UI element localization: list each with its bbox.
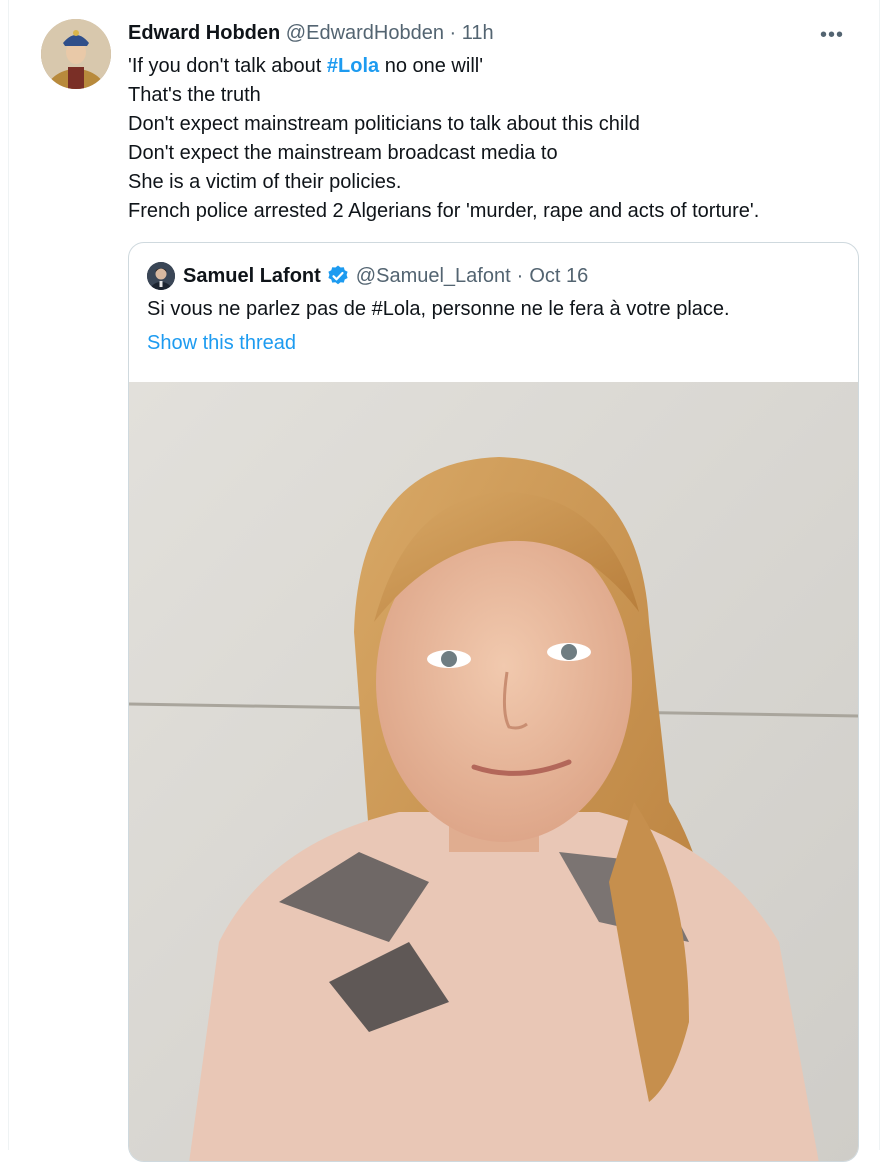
tweet-header: Edward Hobden @EdwardHobden · 11h (128, 20, 494, 46)
tweet-line-1: 'If you don't talk about #Lola no one wi… (128, 52, 858, 81)
author-name[interactable]: Edward Hobden (128, 22, 280, 44)
more-options-icon[interactable]: ••• (817, 24, 847, 46)
verified-badge-icon (328, 265, 348, 285)
quoted-text: Si vous ne parlez pas de #Lola, personne… (147, 298, 730, 320)
tweet-line-1-after: no one will' (379, 55, 484, 77)
tweet-line-2: That's the truth (128, 84, 261, 106)
show-thread-link[interactable]: Show this thread (147, 329, 296, 358)
quoted-author-handle[interactable]: @Samuel_Lafont (356, 262, 511, 290)
tweet-line-3: Don't expect mainstream politicians to t… (128, 113, 640, 135)
quoted-timestamp[interactable]: Oct 16 (529, 262, 588, 290)
tweet-card[interactable]: ••• Edward Hobden @EdwardHobden · 11h 'I… (8, 0, 880, 1162)
quoted-tweet[interactable]: Samuel Lafont @Samuel_Lafont · Oct 16 Si… (128, 242, 859, 1162)
quoted-separator: · (516, 265, 524, 287)
tweet-line-4: Don't expect the mainstream broadcast me… (128, 142, 558, 164)
hashtag-link[interactable]: #Lola (327, 55, 379, 77)
tweet-line-5: She is a victim of their policies. (128, 171, 402, 193)
quoted-author-avatar[interactable] (147, 262, 175, 290)
tweet-text: 'If you don't talk about #Lola no one wi… (128, 52, 858, 226)
header-separator: · (449, 22, 457, 44)
quoted-photo[interactable] (129, 382, 858, 1161)
quoted-header: Samuel Lafont @Samuel_Lafont · Oct 16 (183, 262, 588, 290)
quoted-author-name[interactable]: Samuel Lafont (183, 262, 321, 290)
tweet-line-1-before: 'If you don't talk about (128, 55, 327, 77)
author-avatar[interactable] (41, 19, 111, 89)
tweet-line-6: French police arrested 2 Algerians for '… (128, 200, 760, 222)
author-handle[interactable]: @EdwardHobden (286, 22, 444, 44)
tweet-timestamp[interactable]: 11h (462, 22, 494, 44)
